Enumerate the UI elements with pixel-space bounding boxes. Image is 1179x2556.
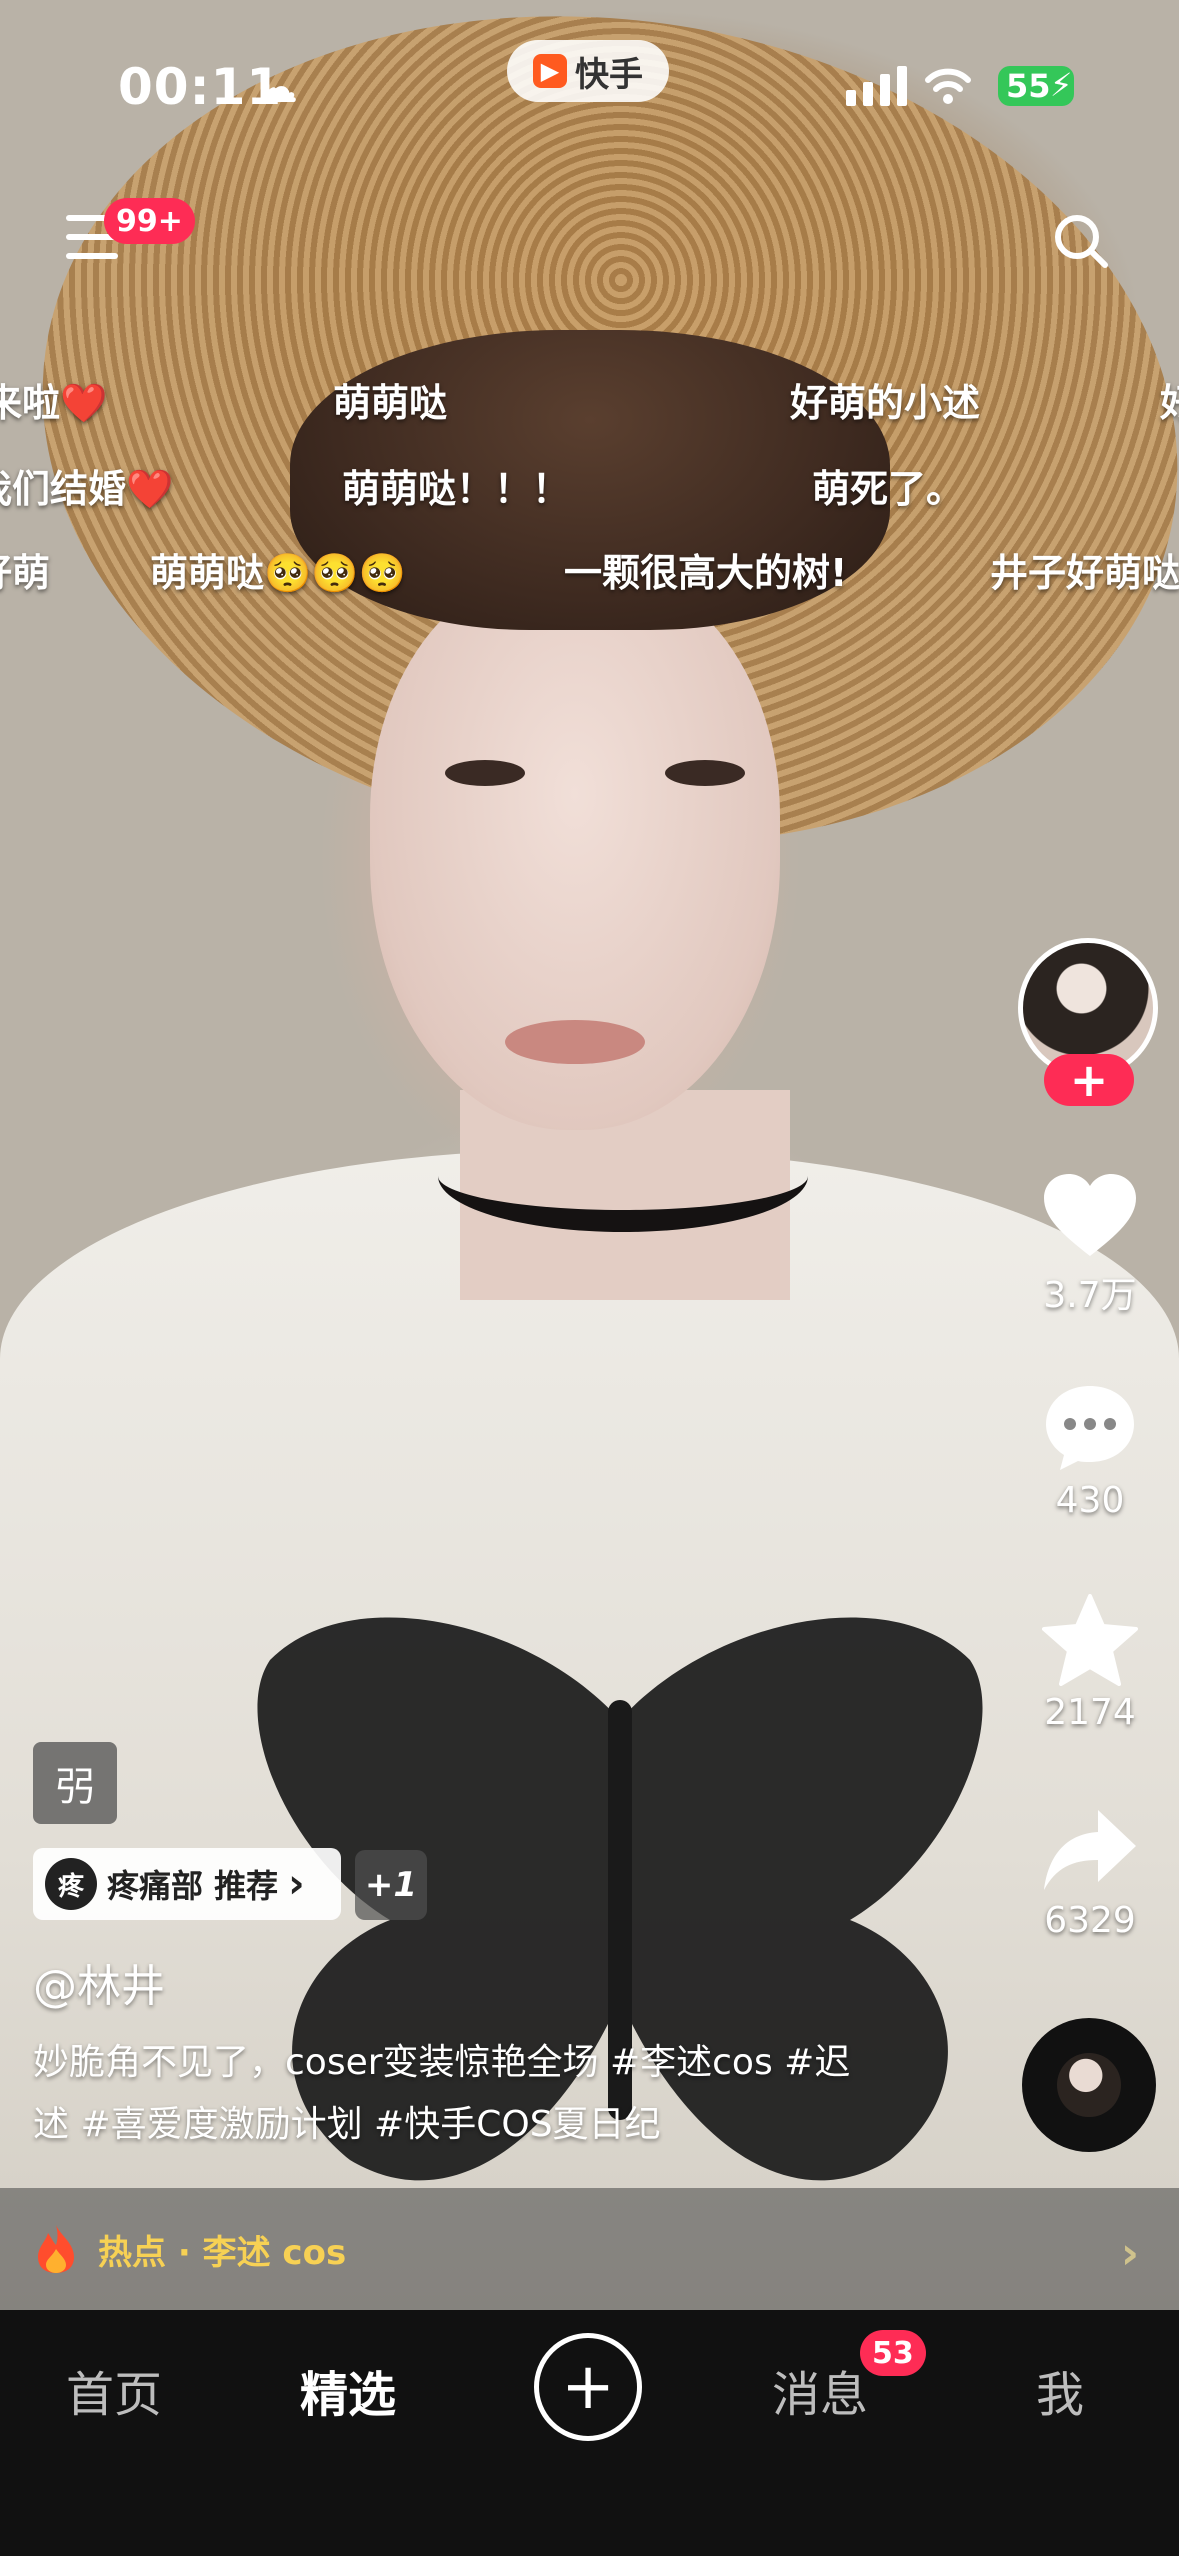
danmaku-comment: 井子好萌哒 bbox=[990, 551, 1179, 595]
lips-shape bbox=[505, 1020, 645, 1064]
danmaku-comment: 一颗很高大的树! bbox=[564, 551, 848, 595]
chevron-right-icon: › bbox=[1120, 2228, 1139, 2279]
charging-icon: ⚡ bbox=[1050, 66, 1073, 104]
share-count: 6329 bbox=[1044, 1900, 1136, 1941]
recommend-pill[interactable]: 疼 疼痛部 推荐 › bbox=[33, 1848, 341, 1920]
share-button[interactable]: 6329 bbox=[1035, 1806, 1145, 1941]
right-eye-shape bbox=[665, 760, 745, 786]
comment-icon bbox=[1046, 1386, 1134, 1470]
favorite-button[interactable]: 2174 bbox=[1035, 1594, 1145, 1733]
comment-button[interactable]: 430 bbox=[1035, 1382, 1145, 1521]
danmaku-comment: 我们结婚❤️ bbox=[0, 467, 174, 511]
app-pill[interactable]: ▶ 快手 bbox=[507, 40, 669, 102]
danmaku-comment: 好 bbox=[1160, 372, 1179, 427]
danmaku-comment: 好萌的小述 bbox=[790, 381, 981, 425]
wifi-icon bbox=[925, 68, 971, 104]
creator-username[interactable]: @林井 bbox=[33, 1950, 165, 2014]
tag-label[interactable]: 弜 bbox=[33, 1742, 117, 1824]
follow-button[interactable]: + bbox=[1044, 1054, 1134, 1106]
create-button[interactable]: + bbox=[534, 2333, 642, 2441]
danmaku-comment: 来啦❤️ bbox=[0, 381, 108, 425]
messages-badge: 53 bbox=[860, 2330, 926, 2376]
app-pill-label: 快手 bbox=[575, 54, 643, 95]
video-caption[interactable]: 妙脆角不见了，coser变装惊艳全场 #李述cos #迟 述 #喜爱度激励计划 … bbox=[33, 2032, 873, 2156]
star-icon bbox=[1042, 1594, 1138, 1686]
comment-count: 430 bbox=[1055, 1480, 1125, 1521]
video-feed-screen: 00:11 ☁ ▶ 快手 55 ⚡ 99+ 来啦❤️ 萌萌哒 好萌的小述 好 我… bbox=[0, 0, 1179, 2556]
like-count: 3.7万 bbox=[1043, 1275, 1137, 1316]
recommender-avatar: 疼 bbox=[45, 1858, 97, 1910]
hot-topic-label: 热点 · 李述 cos bbox=[98, 2232, 347, 2273]
caption-line: 妙脆角不见了，coser变装惊艳全场 #李述cos #迟 bbox=[33, 2042, 851, 2083]
battery-level: 55 bbox=[1006, 67, 1051, 105]
share-arrow-icon bbox=[1044, 1810, 1136, 1890]
plus-one-badge[interactable]: +1 bbox=[355, 1850, 427, 1920]
danmaku-comment: 萌死了。 bbox=[812, 467, 965, 511]
signal-icon bbox=[846, 64, 907, 106]
danmaku-comment: 萌萌哒 bbox=[333, 381, 448, 425]
tab-home[interactable]: 首页 bbox=[66, 2355, 162, 2425]
menu-badge: 99+ bbox=[104, 198, 195, 244]
danmaku-comment: 好萌 bbox=[0, 551, 51, 595]
recommend-label: 疼痛部 推荐 bbox=[107, 1867, 279, 1905]
cloud-sync-icon: ☁ bbox=[254, 62, 298, 113]
danmaku-comment: 萌萌哒🥺🥺🥺 bbox=[150, 551, 406, 595]
tab-messages[interactable]: 消息 bbox=[772, 2355, 868, 2425]
left-eye-shape bbox=[445, 760, 525, 786]
danmaku-comment: 萌萌哒！！！ bbox=[342, 467, 571, 511]
heart-icon bbox=[1044, 1174, 1136, 1256]
favorite-count: 2174 bbox=[1044, 1692, 1136, 1733]
hot-topic-bar[interactable]: 热点 · 李述 cos › bbox=[0, 2188, 1179, 2310]
music-disc-icon[interactable] bbox=[1022, 2018, 1156, 2152]
like-button[interactable]: 3.7万 bbox=[1035, 1172, 1145, 1318]
caption-line: 述 #喜爱度激励计划 #快手COS夏日纪 bbox=[33, 2104, 661, 2145]
flame-icon bbox=[38, 2225, 74, 2273]
choker-shape bbox=[438, 1120, 808, 1232]
tab-featured[interactable]: 精选 bbox=[300, 2355, 396, 2425]
search-icon[interactable] bbox=[1052, 212, 1110, 270]
chevron-right-icon: › bbox=[288, 1861, 305, 1907]
tab-me[interactable]: 我 bbox=[1036, 2355, 1084, 2425]
kuaishou-logo-icon: ▶ bbox=[533, 54, 567, 88]
